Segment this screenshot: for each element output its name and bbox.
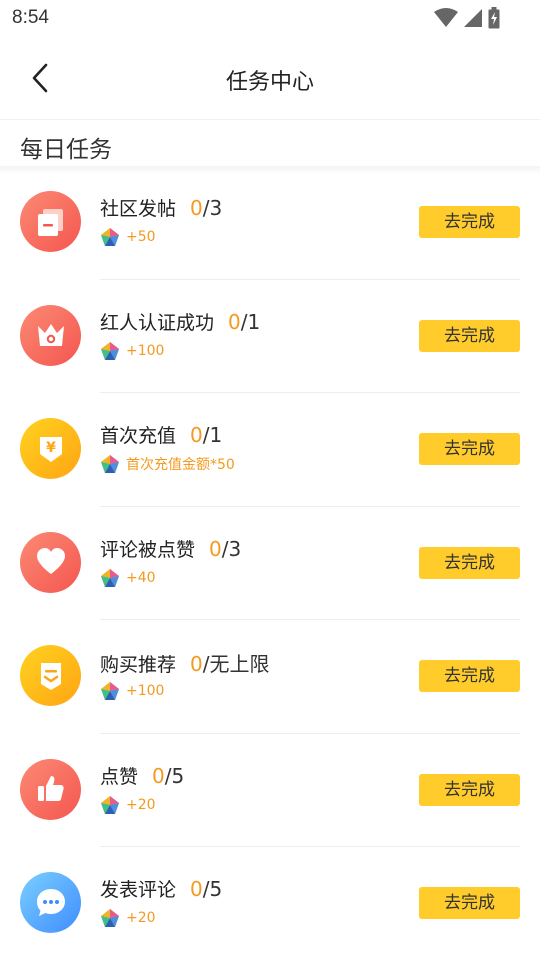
status-icons — [434, 7, 500, 29]
navigation-bar: 任务中心 — [0, 36, 540, 120]
status-bar: 8:54 — [0, 0, 540, 36]
task-reward: +40 — [100, 568, 156, 588]
reward-text: +20 — [126, 910, 156, 926]
heart-icon — [20, 531, 81, 593]
task-name: 社区发帖 — [100, 198, 177, 220]
task-row: 红人认证成功 0 /1 +100 去完成 — [0, 280, 540, 393]
task-title-line: 发表评论 0 /5 — [100, 875, 222, 902]
go-complete-button[interactable]: 去完成 — [419, 660, 520, 692]
gem-icon — [101, 682, 119, 700]
gem-icon — [101, 228, 119, 246]
go-complete-button[interactable]: 去完成 — [419, 206, 520, 238]
task-progress-total: /5 — [202, 877, 223, 901]
receipt-icon — [20, 645, 81, 706]
gem-icon — [101, 909, 119, 927]
task-title-line: 评论被点赞 0 /3 — [100, 535, 241, 562]
reward-text: +100 — [126, 342, 165, 359]
gem-icon — [101, 568, 119, 587]
task-progress-done: 0 — [209, 536, 222, 561]
go-complete-button[interactable]: 去完成 — [419, 546, 520, 579]
go-complete-button[interactable]: 去完成 — [419, 773, 520, 806]
task-progress-done: 0 — [190, 196, 203, 220]
svg-text:¥: ¥ — [46, 440, 56, 456]
reward-text: +100 — [126, 683, 165, 699]
section-title: 每日任务 — [20, 137, 112, 163]
reward-text: 首次充值金额*50 — [126, 457, 235, 473]
yen-icon: ¥ — [20, 418, 81, 479]
task-progress-done: 0 — [190, 423, 203, 447]
task-name: 红人认证成功 — [100, 311, 215, 334]
task-title-line: 社区发帖 0 /3 — [100, 194, 222, 221]
wifi-icon — [434, 8, 458, 27]
task-reward: +100 — [100, 341, 164, 361]
task-row: 点赞 0 /5 +20 去完成 — [0, 734, 540, 847]
task-title-line: 红人认证成功 0 /1 — [100, 308, 260, 335]
crown-icon — [20, 304, 81, 366]
task-progress-total: /1 — [240, 309, 261, 334]
task-name: 首次充值 — [100, 425, 177, 447]
task-name: 评论被点赞 — [100, 538, 196, 561]
task-name: 点赞 — [100, 765, 139, 788]
task-row: 购买推荐 0 /无上限 +100 去完成 — [0, 620, 540, 734]
cellular-signal-icon — [464, 9, 482, 27]
task-row: 发表评论 0 /5 +20 去完成 — [0, 847, 540, 960]
go-complete-button[interactable]: 去完成 — [419, 319, 520, 352]
task-reward: +20 — [100, 795, 156, 815]
task-progress-done: 0 — [190, 877, 203, 901]
task-progress-done: 0 — [228, 309, 241, 334]
task-reward: 首次充值金额*50 — [100, 454, 235, 474]
page-title: 任务中心 — [225, 70, 314, 95]
task-name: 发表评论 — [100, 879, 177, 901]
task-reward: +50 — [100, 227, 156, 247]
reward-text: +20 — [126, 796, 156, 813]
task-row: 评论被点赞 0 /3 +40 去完成 — [0, 507, 540, 620]
task-progress-total: /3 — [202, 196, 223, 220]
task-row: 社区发帖 0 /3 +50 去完成 — [0, 166, 540, 280]
task-progress-done: 0 — [152, 763, 165, 788]
chat-bubble-icon — [20, 872, 81, 933]
gem-icon — [101, 341, 119, 360]
task-reward: +20 — [100, 908, 156, 928]
go-complete-button[interactable]: 去完成 — [419, 433, 520, 465]
task-title-line: 点赞 0 /5 — [100, 762, 184, 789]
status-time: 8:54 — [12, 7, 49, 28]
task-list: 社区发帖 0 /3 +50 去完成 红人认证成功 0 /1 +100 去完成 ¥ — [0, 166, 540, 960]
thumbs-up-icon — [20, 758, 81, 820]
task-progress-total: /3 — [221, 536, 242, 561]
battery-charging-icon — [488, 7, 500, 29]
task-row: ¥ 首次充值 0 /1 首次充值金额*50 去完成 — [0, 393, 540, 507]
post-icon — [20, 191, 81, 252]
reward-text: +40 — [126, 569, 156, 586]
task-title-line: 首次充值 0 /1 — [100, 421, 222, 448]
section-header: 每日任务 — [0, 121, 540, 167]
task-name: 购买推荐 — [100, 654, 177, 676]
task-progress-done: 0 — [190, 652, 203, 676]
task-progress-total: /5 — [164, 763, 185, 788]
gem-icon — [101, 455, 119, 473]
gem-icon — [101, 795, 119, 814]
task-progress-total: /无上限 — [202, 652, 270, 676]
go-complete-button[interactable]: 去完成 — [419, 887, 520, 919]
task-progress-total: /1 — [202, 423, 223, 447]
task-title-line: 购买推荐 0 /无上限 — [100, 648, 270, 677]
task-reward: +100 — [100, 681, 164, 701]
reward-text: +50 — [126, 229, 156, 245]
